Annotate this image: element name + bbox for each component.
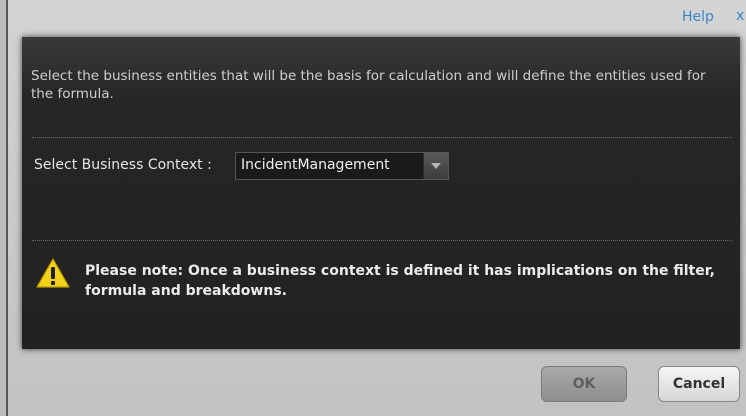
- business-context-dialog: Select the business entities that will b…: [22, 37, 740, 349]
- warning-icon: [36, 258, 70, 288]
- business-context-value: IncidentManagement: [241, 157, 390, 173]
- window-left-border: [0, 0, 8, 416]
- business-context-note: Please note: Once a business context is …: [85, 263, 715, 299]
- divider: [32, 240, 732, 241]
- chevron-down-icon: [431, 163, 441, 169]
- dialog-description: Select the business entities that will b…: [31, 68, 706, 102]
- ok-button[interactable]: OK: [541, 366, 627, 402]
- business-context-select[interactable]: IncidentManagement: [235, 152, 449, 180]
- close-icon[interactable]: x: [736, 8, 744, 24]
- help-link[interactable]: Help: [682, 9, 714, 25]
- business-context-label: Select Business Context :: [34, 157, 212, 173]
- divider: [32, 137, 732, 138]
- dropdown-button[interactable]: [423, 153, 448, 179]
- cancel-button[interactable]: Cancel: [658, 366, 740, 402]
